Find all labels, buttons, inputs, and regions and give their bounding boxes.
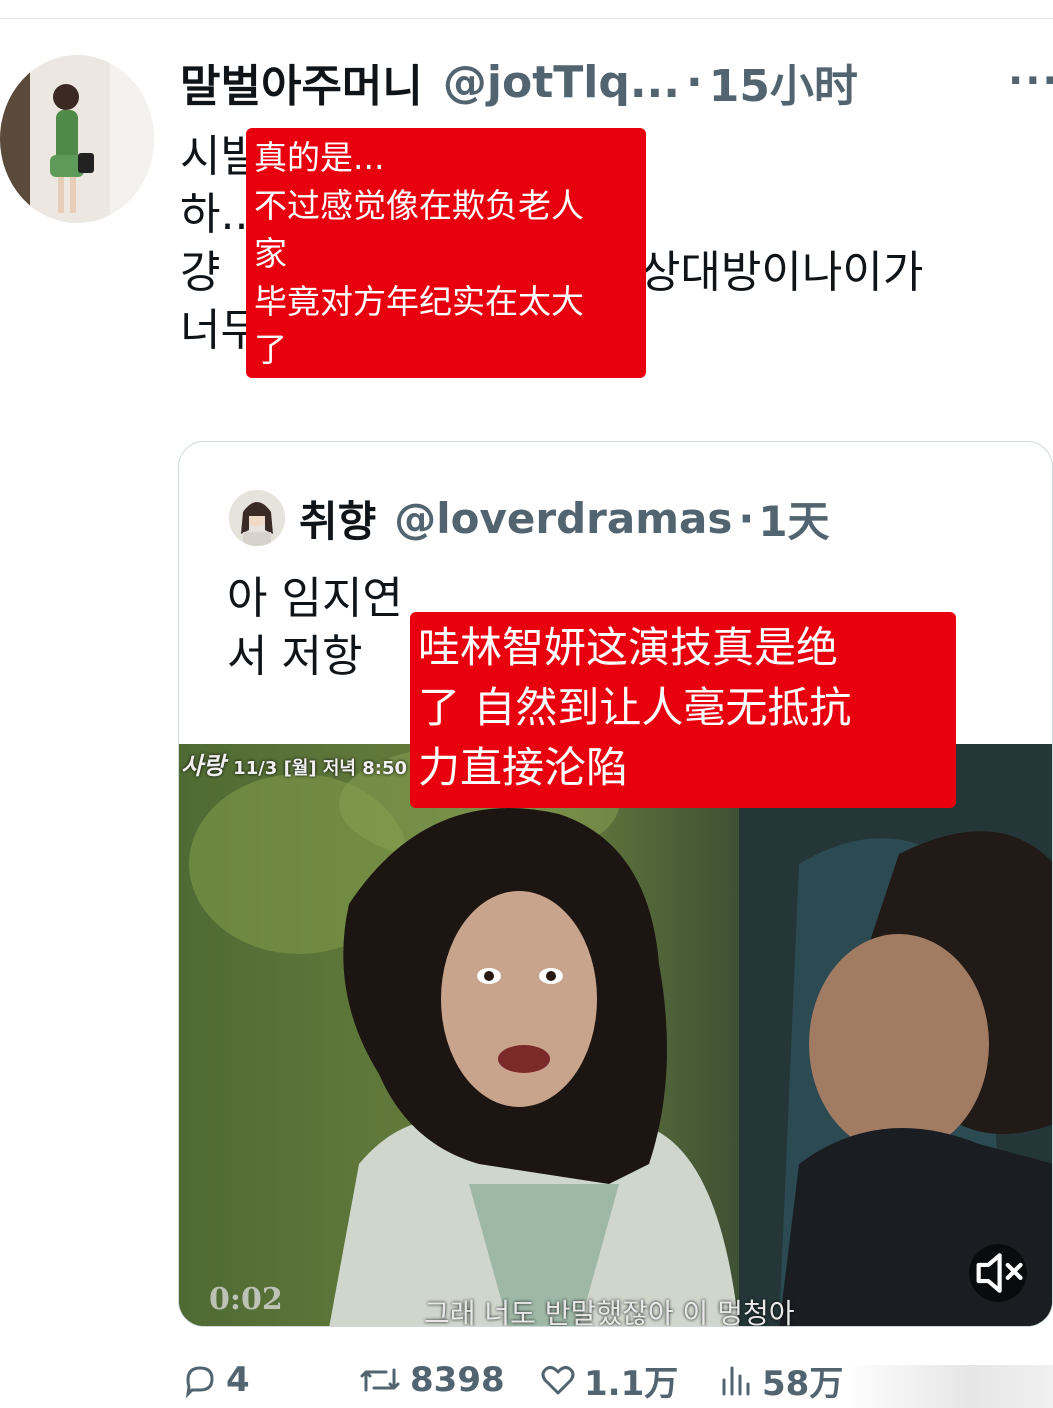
tweet-header: 말벌아주머니 @jotTlq... · 15小时: [180, 50, 858, 114]
quoted-author-name[interactable]: 취향: [299, 488, 376, 549]
views-chart-icon: [722, 1366, 750, 1396]
translation-line: 了 自然到让人毫无抵抗: [418, 683, 852, 732]
tweet-line-tail: 음상대방이나이가: [599, 247, 924, 298]
like-button[interactable]: 1.1万: [538, 1352, 678, 1408]
retweet-button[interactable]: 8398: [356, 1352, 505, 1408]
translation-overlay-quote: 哇林智妍这演技真是绝 了 自然到让人毫无抵抗 力直接沦陷: [410, 612, 956, 808]
avatar-photo: [0, 55, 154, 223]
reply-icon: [185, 1366, 214, 1399]
quoted-avatar-photo: [229, 490, 285, 546]
video-player[interactable]: 사랑 11/3 [월] 저녁 8:50 0:02 그래 너도 반말했잖아 이 멍청…: [179, 744, 1052, 1327]
separator: ·: [738, 493, 755, 543]
retweet-count: 8398: [410, 1360, 505, 1400]
translation-overlay: 真的是... 不过感觉像在欺负老人 家 毕竟对方年纪实在太大 了: [246, 128, 646, 378]
translation-line: 不过感觉像在欺负老人: [254, 186, 584, 225]
views-count: 58万: [762, 1363, 844, 1404]
quoted-timestamp[interactable]: 1天: [758, 488, 829, 549]
retweet-icon: [360, 1368, 400, 1392]
quoted-tweet-card[interactable]: 취향 @loverdramas · 1天 아 임지연 서 저항 사랑 11/3 …: [178, 441, 1053, 1327]
translation-line: 了: [254, 330, 287, 369]
video-subtitle: 그래 너도 반말했잖아 이 멍청아: [424, 1297, 795, 1327]
author-avatar[interactable]: [0, 55, 154, 223]
separator: ·: [685, 56, 703, 108]
author-name[interactable]: 말벌아주머니: [180, 50, 423, 114]
heart-icon: [541, 1366, 575, 1395]
translation-line: 毕竟对方年纪实在太大: [254, 282, 584, 321]
video-frame: [179, 744, 1052, 1326]
translation-line: 家: [254, 234, 287, 273]
translation-line: 哇林智妍这演技真是绝: [418, 623, 839, 672]
video-timestamp: 0:02: [209, 1282, 283, 1317]
speaker-muted-icon: [976, 1253, 1023, 1293]
quoted-author-avatar[interactable]: [229, 490, 285, 546]
quoted-author-handle[interactable]: @loverdramas: [394, 494, 732, 543]
reply-count: 4: [226, 1360, 250, 1400]
broadcast-tag: 사랑 11/3 [월] 저녁 8:50: [181, 752, 408, 780]
quoted-header: 취향 @loverdramas · 1天: [299, 488, 830, 548]
reply-button[interactable]: 4: [180, 1352, 250, 1408]
author-handle[interactable]: @jotTlq...: [443, 57, 680, 108]
blurred-actions: [845, 1365, 1053, 1408]
like-count: 1.1万: [584, 1363, 679, 1404]
translation-line: 真的是...: [254, 138, 385, 177]
views-button[interactable]: 58万: [716, 1352, 843, 1408]
more-options-icon[interactable]: ···: [1008, 58, 1053, 104]
top-divider: [0, 18, 1053, 19]
timestamp[interactable]: 15小时: [709, 50, 858, 114]
translation-line: 力直接沦陷: [418, 743, 629, 792]
mute-toggle-button[interactable]: [969, 1244, 1027, 1302]
